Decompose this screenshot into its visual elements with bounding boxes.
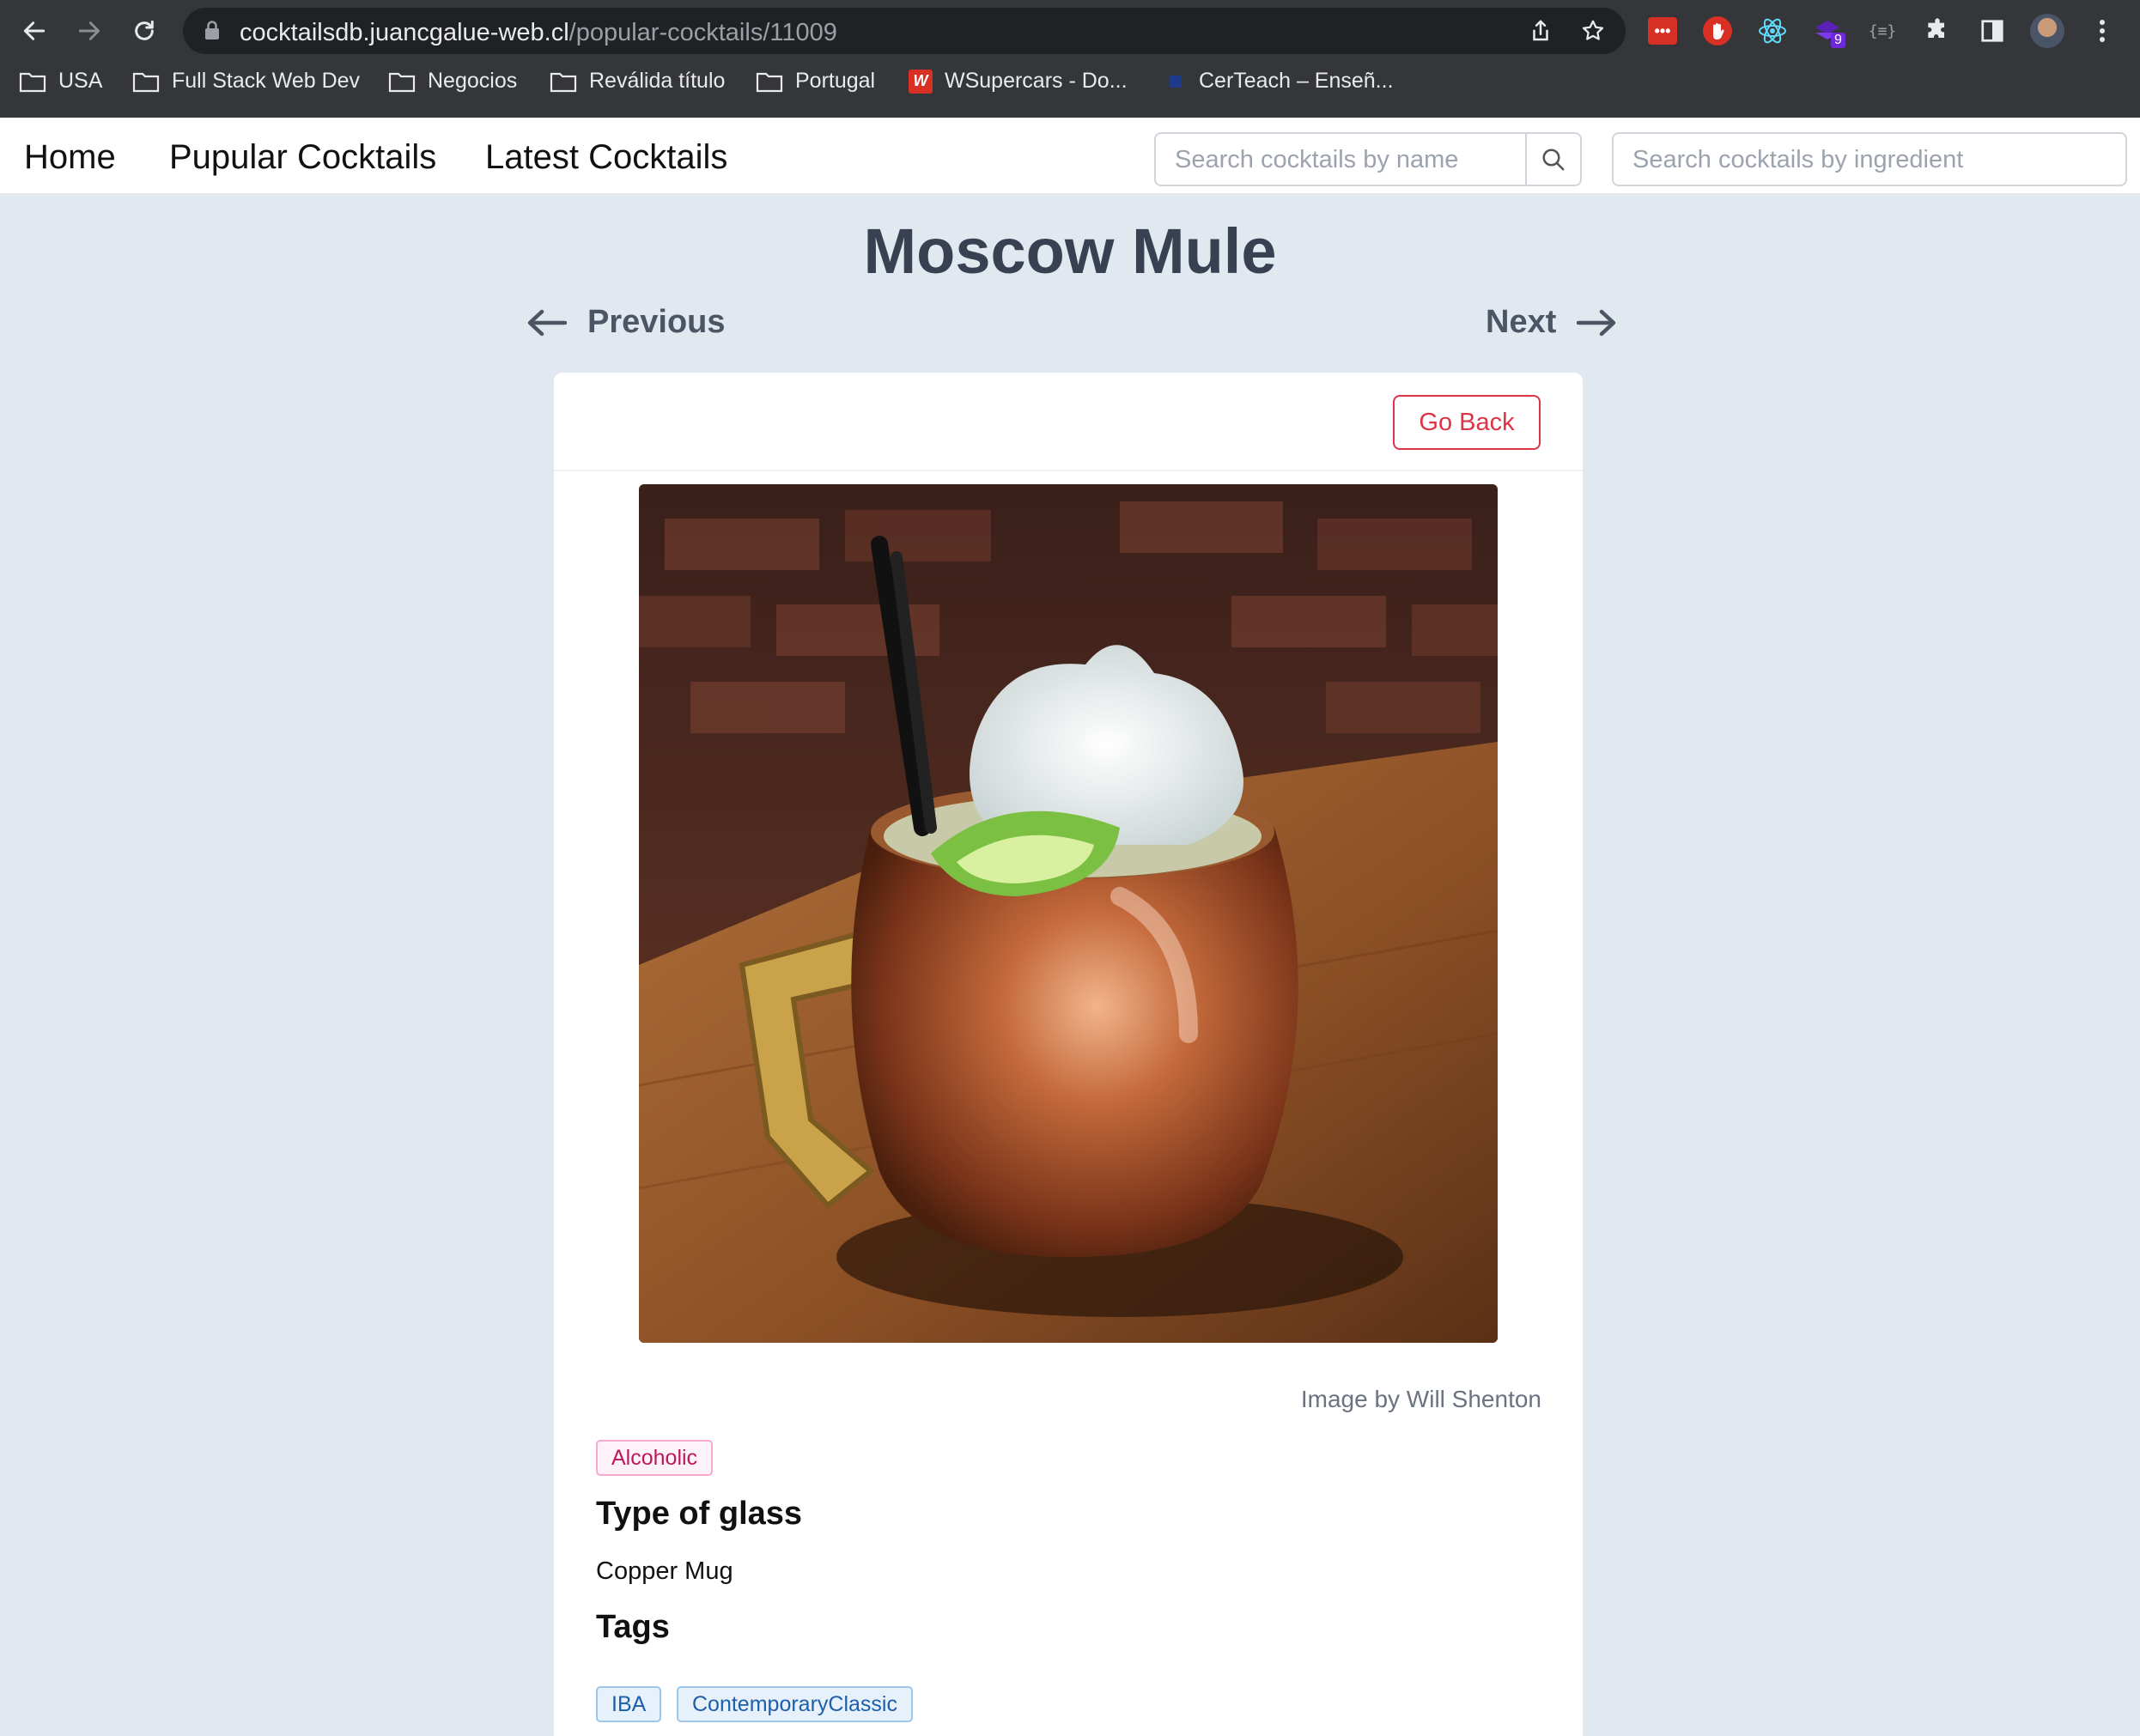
glass-heading: Type of glass bbox=[596, 1496, 803, 1532]
lock-icon bbox=[204, 20, 221, 45]
nav-popular-cocktails-link[interactable]: Pupular Cocktails bbox=[169, 138, 436, 177]
certeach-logo-icon bbox=[1170, 75, 1182, 88]
address-bar[interactable]: cocktailsdb.juancgalue-web.cl/popular-co… bbox=[183, 8, 1626, 54]
puzzle-icon[interactable] bbox=[1920, 14, 1955, 48]
folder-icon bbox=[132, 72, 160, 92]
bookmark-certeach[interactable]: CerTeach – Enseñ... bbox=[1164, 69, 1394, 94]
bookmark-folder-portugal[interactable]: Portugal bbox=[756, 69, 875, 94]
cocktail-card: Go Back Image by Will Shenton Alcoholic … bbox=[554, 373, 1583, 1736]
extension-red-dots-icon[interactable]: ••• bbox=[1645, 14, 1680, 48]
tags-heading: Tags bbox=[596, 1609, 670, 1645]
nav-home-link[interactable]: Home bbox=[24, 138, 116, 177]
search-by-name-group bbox=[1154, 132, 1582, 186]
more-menu-icon[interactable] bbox=[2085, 14, 2119, 48]
folder-icon bbox=[550, 72, 577, 92]
extension-braces-icon[interactable]: {≡} bbox=[1865, 14, 1900, 48]
browser-toolbar: cocktailsdb.juancgalue-web.cl/popular-co… bbox=[0, 0, 2140, 62]
search-button[interactable] bbox=[1525, 134, 1580, 185]
back-icon[interactable] bbox=[15, 12, 53, 50]
extension-count-badge: 9 bbox=[1831, 33, 1845, 48]
tag-badge: IBA bbox=[596, 1686, 662, 1722]
forward-icon[interactable] bbox=[70, 12, 108, 50]
search-icon bbox=[1542, 149, 1565, 170]
image-credit: Image by Will Shenton bbox=[1300, 1386, 1541, 1412]
extension-hand-icon[interactable] bbox=[1700, 14, 1735, 48]
react-devtools-icon[interactable] bbox=[1755, 14, 1790, 48]
search-by-ingredient-input[interactable] bbox=[1632, 146, 2113, 174]
tag-badge: ContemporaryClassic bbox=[677, 1686, 913, 1722]
folder-icon bbox=[756, 72, 783, 92]
previous-link[interactable]: Previous bbox=[527, 304, 726, 341]
search-by-ingredient-group bbox=[1612, 132, 2127, 186]
arrow-right-icon bbox=[1577, 309, 1616, 336]
search-by-name-input[interactable] bbox=[1175, 146, 1518, 174]
extension-purple-icon[interactable]: 9 bbox=[1810, 14, 1845, 48]
arrow-left-icon bbox=[527, 309, 567, 336]
star-icon[interactable] bbox=[1580, 18, 1606, 48]
reload-icon[interactable] bbox=[125, 12, 163, 50]
share-icon[interactable] bbox=[1528, 18, 1553, 48]
glass-value: Copper Mug bbox=[596, 1557, 733, 1585]
bookmark-wsupercars[interactable]: W WSupercars - Do... bbox=[909, 69, 1128, 94]
wsupercars-logo-icon: W bbox=[909, 69, 933, 94]
site-navbar: Home Pupular Cocktails Latest Cocktails bbox=[0, 118, 2140, 194]
bookmark-folder-revalida[interactable]: Reválida título bbox=[550, 69, 725, 94]
bookmark-folder-fullstack[interactable]: Full Stack Web Dev bbox=[132, 69, 360, 94]
category-badge: Alcoholic bbox=[596, 1440, 714, 1476]
url-text: cocktailsdb.juancgalue-web.cl/popular-co… bbox=[240, 19, 837, 46]
next-link[interactable]: Next bbox=[1486, 304, 1616, 341]
cocktail-image bbox=[639, 484, 1498, 1343]
folder-icon bbox=[388, 72, 416, 92]
nav-latest-cocktails-link[interactable]: Latest Cocktails bbox=[485, 138, 727, 177]
card-header: Go Back bbox=[554, 373, 1583, 471]
folder-icon bbox=[19, 72, 46, 92]
bookmarks-bar: USA Full Stack Web Dev Negocios Reválida… bbox=[0, 67, 2140, 105]
side-panel-icon[interactable] bbox=[1975, 14, 2009, 48]
bookmark-folder-negocios[interactable]: Negocios bbox=[388, 69, 517, 94]
bookmark-folder-usa[interactable]: USA bbox=[19, 69, 102, 94]
browser-chrome: cocktailsdb.juancgalue-web.cl/popular-co… bbox=[0, 0, 2140, 118]
page-title: Moscow Mule bbox=[863, 215, 1277, 287]
profile-avatar[interactable] bbox=[2030, 14, 2064, 48]
go-back-button[interactable]: Go Back bbox=[1393, 395, 1541, 450]
